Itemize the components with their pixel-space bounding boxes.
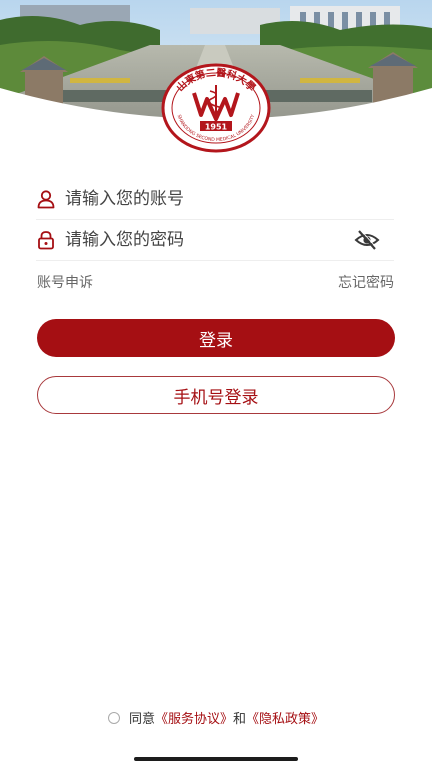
agreement-radio[interactable] — [107, 711, 120, 724]
service-agreement-link[interactable]: 《服务协议》 — [155, 708, 233, 727]
forgot-password-link[interactable]: 忘记密码 — [338, 272, 394, 292]
phone-login-button[interactable]: 手机号登录 — [37, 376, 395, 414]
logo-year: 1951 — [205, 123, 228, 132]
eye-off-icon[interactable] — [354, 229, 380, 251]
lock-icon — [38, 231, 54, 250]
agreement-and: 和 — [233, 712, 247, 727]
agreement-prefix: 同意 — [128, 712, 155, 727]
account-input[interactable] — [65, 184, 394, 214]
account-field-row — [36, 179, 394, 220]
university-logo: 山東第二醫科大學 SHANDONG SECOND MEDICAL UNIVERS… — [161, 63, 271, 153]
home-indicator — [134, 757, 298, 761]
login-button[interactable]: 登录 — [37, 319, 395, 357]
user-icon — [37, 190, 55, 209]
login-screen: 山東第二醫科大學 SHANDONG SECOND MEDICAL UNIVERS… — [0, 0, 432, 768]
password-input[interactable] — [65, 225, 354, 255]
account-appeal-link[interactable]: 账号申诉 — [37, 272, 93, 292]
password-field-row — [36, 220, 394, 261]
agreement-row: 同意 《服务协议》 和 《隐私政策》 — [0, 708, 432, 727]
privacy-policy-link[interactable]: 《隐私政策》 — [246, 708, 324, 727]
